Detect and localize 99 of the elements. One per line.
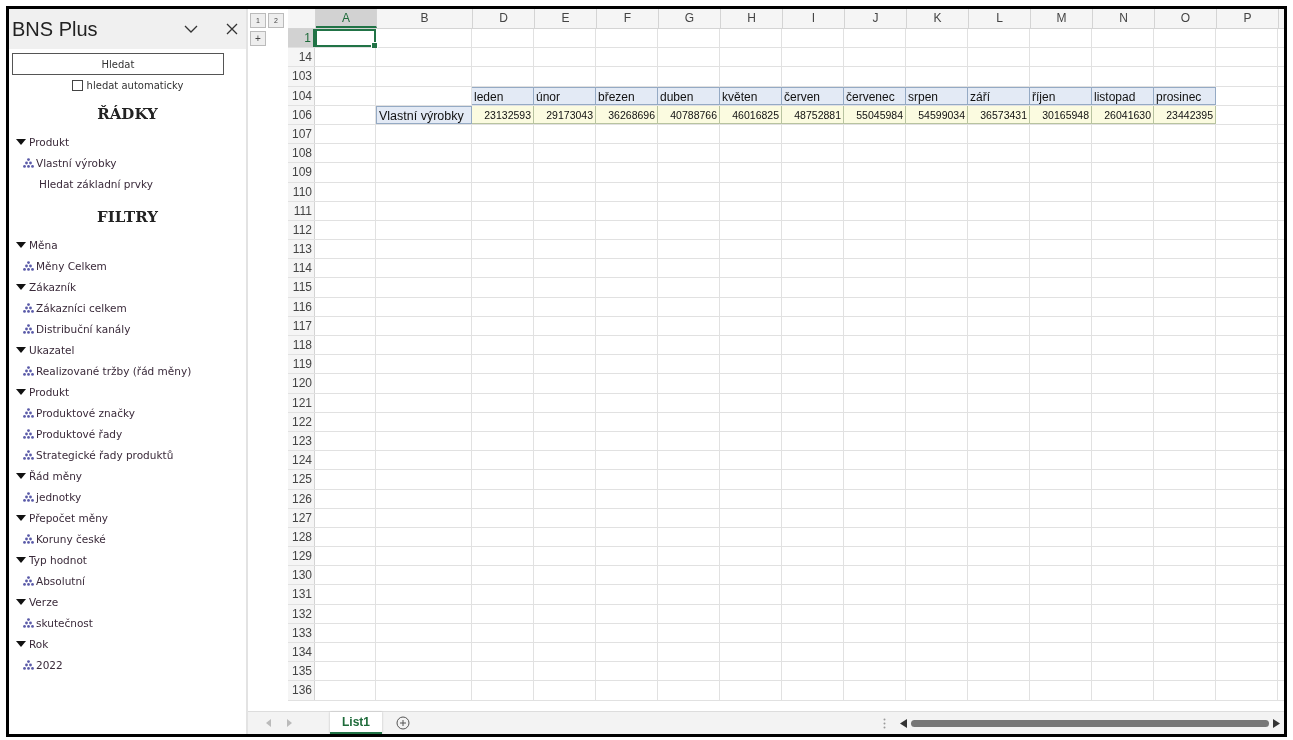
caret-icon[interactable] [16,346,26,353]
row-header[interactable]: 136 [288,681,315,700]
row-header[interactable]: 131 [288,585,315,604]
tree-group[interactable]: Ukazatel [29,343,75,356]
tree-item[interactable]: Koruny české [36,532,106,545]
hierarchy-icon [23,365,34,376]
checkbox[interactable] [71,80,83,91]
row-header[interactable]: 124 [288,451,315,470]
section-heading: ŘÁDKY [96,105,159,123]
previous-sheet-icon[interactable] [266,719,272,727]
column-header[interactable]: J [845,9,907,28]
tree-item[interactable]: Produktové značky [36,406,135,419]
hierarchy-icon [23,533,34,544]
column-header[interactable]: I [783,9,845,28]
column-header[interactable]: H [721,9,783,28]
caret-icon[interactable] [16,598,26,605]
expand-button[interactable]: + [250,31,266,46]
tree-item[interactable]: jednotky [36,490,82,503]
column-header[interactable]: G [659,9,721,28]
caret-icon[interactable] [16,472,26,479]
row-header[interactable]: 1 [288,29,315,48]
checkbox-label: hledat automaticky [86,80,184,91]
caret-icon[interactable] [16,388,26,395]
column-header[interactable]: K [907,9,969,28]
search-link[interactable]: Hledat základní prvky [39,177,153,190]
hierarchy-icon [23,449,34,460]
row-header[interactable]: 109 [288,163,315,182]
column-header[interactable]: D [473,9,535,28]
caret-icon[interactable] [16,138,26,145]
caret-icon[interactable] [16,514,26,521]
caret-icon[interactable] [16,283,26,290]
scroll-right-icon[interactable] [1273,718,1280,728]
active-cell[interactable] [315,29,376,48]
tree-item[interactable]: Zákazníci celkem [36,301,127,314]
close-icon[interactable] [226,23,238,35]
caret-icon[interactable] [16,640,26,647]
tree-item[interactable]: Produktové řady [36,427,123,440]
tree-group[interactable]: Typ hodnot [29,553,87,566]
tree-item[interactable]: Distribuční kanály [36,322,131,335]
column-header[interactable]: O [1155,9,1217,28]
hierarchy-icon [23,617,34,628]
tree-group[interactable]: Produkt [29,135,70,148]
hierarchy-icon [23,157,34,168]
tree-item[interactable]: Vlastní výrobky [36,156,117,169]
tree-item[interactable]: Realizované tržby (řád měny) [36,364,192,377]
hierarchy-icon [23,491,34,502]
splitter-handle-icon[interactable] [883,717,886,729]
row-header[interactable]: 115 [288,278,315,297]
column-header[interactable]: L [969,9,1031,28]
hierarchy-icon [23,323,34,334]
tree-group[interactable]: Verze [29,595,59,608]
tree-group[interactable]: Produkt [29,385,70,398]
hierarchy-icon [23,302,34,313]
section-heading: FILTRY [96,208,159,226]
search-button[interactable]: Hledat [12,53,224,75]
chevron-down-icon[interactable] [184,24,198,34]
column-header[interactable]: P [1217,9,1279,28]
hierarchy-icon [23,407,34,418]
hierarchy-icon [23,260,34,271]
horizontal-scrollbar[interactable] [900,718,1280,728]
tree-group[interactable]: Přepočet měny [29,511,109,524]
row-header[interactable]: 118 [288,336,315,355]
row-header[interactable]: 119 [288,355,315,374]
tree-item[interactable]: Absolutní [36,574,85,587]
row-header[interactable]: 134 [288,643,315,662]
column-header[interactable]: E [535,9,597,28]
tree-item[interactable]: Strategické řady produktů [36,448,174,461]
row-header[interactable]: 14 [288,48,315,67]
hierarchy-icon [23,428,34,439]
hierarchy-icon [23,659,34,670]
row-header[interactable]: 113 [288,240,315,259]
hierarchy-icon [23,575,34,586]
caret-icon[interactable] [16,241,26,248]
add-sheet-icon[interactable] [396,716,410,730]
column-header[interactable]: B [377,9,473,28]
scroll-left-icon[interactable] [900,718,907,728]
tree-group[interactable]: Měna [29,238,58,251]
tree-group[interactable]: Řád měny [29,469,83,482]
tree-item[interactable]: Měny Celkem [36,259,107,272]
tree-group[interactable]: Zákazník [29,280,77,293]
sheet-tab[interactable]: List1 [330,712,382,734]
column-header[interactable]: F [597,9,659,28]
tree-item[interactable]: skutečnost [36,616,93,629]
row-header[interactable]: 103 [288,67,315,86]
tree-item[interactable]: 2022 [36,658,63,671]
tree-group[interactable]: Rok [29,637,49,650]
row-header[interactable]: 130 [288,566,315,585]
column-header[interactable]: N [1093,9,1155,28]
column-header[interactable]: M [1031,9,1093,28]
row-header[interactable]: 129 [288,547,315,566]
caret-icon[interactable] [16,556,26,563]
row-header[interactable]: 114 [288,259,315,278]
next-sheet-icon[interactable] [286,719,292,727]
row-header[interactable]: 120 [288,374,315,393]
panel-title: BNS Plus [12,17,99,41]
row-header[interactable]: 135 [288,662,315,681]
row-header[interactable]: 125 [288,470,315,489]
row-header[interactable]: 108 [288,144,315,163]
column-header[interactable]: A [316,9,377,28]
